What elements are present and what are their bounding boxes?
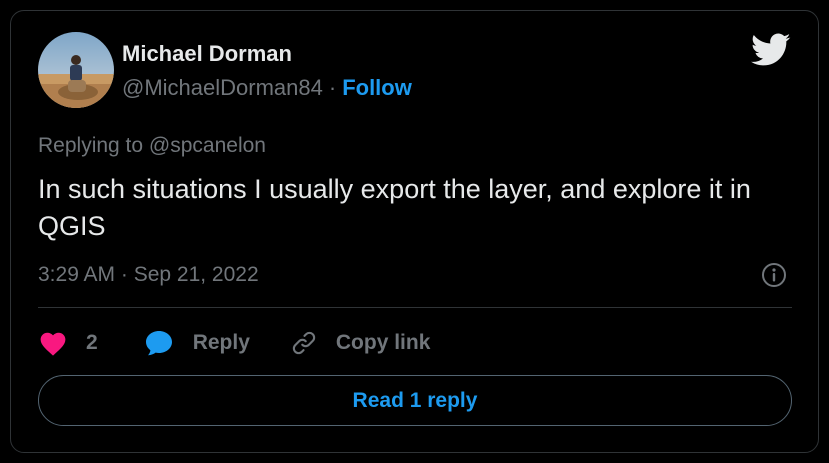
tweet-card: Michael Dorman @MichaelDorman84 · Follow R… [10, 10, 819, 453]
tweet-timestamp[interactable]: 3:29 AM · Sep 21, 2022 [38, 263, 259, 287]
read-replies-button[interactable]: Read 1 reply [38, 375, 792, 426]
replying-to: Replying to @spcanelon [38, 134, 266, 158]
like-count: 2 [86, 331, 98, 354]
copy-link-label: Copy link [335, 331, 431, 354]
author-handle[interactable]: @MichaelDorman84 [122, 75, 323, 100]
speech-bubble-icon [144, 329, 174, 357]
action-bar: 2 Reply Copy link [38, 325, 430, 361]
link-icon [290, 329, 318, 357]
follow-button[interactable]: Follow [342, 75, 412, 100]
heart-icon [38, 330, 68, 356]
handle-separator: · [328, 75, 337, 100]
twitter-bird-icon[interactable] [751, 33, 791, 67]
reply-label: Reply [192, 331, 250, 354]
handle-row: @MichaelDorman84 · Follow [122, 75, 412, 101]
tweet-text: In such situations I usually export the … [38, 174, 751, 241]
like-button[interactable]: 2 [38, 330, 98, 356]
read-replies-label: Read 1 reply [352, 388, 478, 412]
replying-mention[interactable]: @spcanelon [149, 134, 266, 157]
replying-prefix: Replying to [38, 134, 144, 157]
divider [38, 307, 792, 308]
avatar[interactable] [38, 32, 114, 108]
copy-link-button[interactable]: Copy link [290, 329, 431, 357]
info-icon[interactable] [761, 262, 787, 288]
reply-button[interactable]: Reply [144, 329, 250, 357]
author-name[interactable]: Michael Dorman [122, 41, 292, 67]
